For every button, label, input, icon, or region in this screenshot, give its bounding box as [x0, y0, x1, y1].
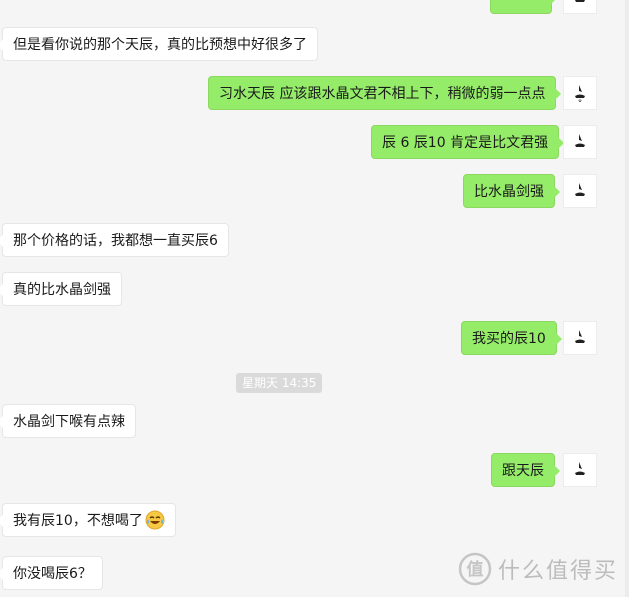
avatar-logo-icon: [575, 330, 585, 343]
message-bubble-outgoing[interactable]: 我买的辰10: [461, 321, 562, 355]
avatar[interactable]: [563, 0, 597, 14]
scrollbar[interactable]: [625, 0, 629, 597]
chat-area: 但是看你说的那个天辰，真的比预想中好很多了 习水天辰 应该跟水晶文君不相上下，稍…: [0, 0, 629, 597]
svg-text:✿: ✿: [578, 98, 582, 103]
watermark-text: 什么值得买: [498, 558, 619, 583]
svg-text:值: 值: [467, 559, 484, 580]
message-text: 我有辰10，不想喝了: [13, 513, 143, 529]
message-bubble-outgoing[interactable]: 辰 6 辰10 肯定是比文君强: [371, 125, 565, 159]
message-timestamp: 星期天 14:35: [236, 373, 323, 393]
avatar[interactable]: ✿: [563, 76, 597, 110]
avatar-logo-icon: [575, 462, 585, 475]
avatar-logo-icon: ✿: [575, 85, 585, 103]
message-bubble-outgoing[interactable]: 比水晶剑强: [463, 174, 560, 208]
laugh-cry-emoji-icon: [145, 509, 165, 530]
message-bubble-outgoing[interactable]: 跟天辰: [491, 453, 560, 487]
message-bubble-partial[interactable]: [490, 0, 557, 14]
message-bubble-incoming[interactable]: 那个价格的话，我都想一直买辰6: [0, 223, 229, 257]
avatar[interactable]: [563, 321, 597, 355]
zhi-logo-icon: 值: [458, 552, 492, 586]
message-bubble-incoming[interactable]: 你没喝辰6？: [0, 556, 103, 590]
avatar-logo-icon: [575, 134, 585, 147]
avatar[interactable]: [563, 125, 597, 159]
message-bubble-incoming[interactable]: 水晶剑下喉有点辣: [0, 404, 136, 438]
avatar-logo-icon: [575, 183, 585, 196]
message-bubble-incoming[interactable]: 但是看你说的那个天辰，真的比预想中好很多了: [0, 27, 318, 61]
avatar[interactable]: [563, 453, 597, 487]
message-bubble-incoming[interactable]: 真的比水晶剑强: [0, 272, 122, 306]
avatar[interactable]: [563, 174, 597, 208]
avatar-logo-icon: [575, 0, 585, 2]
watermark: 值 什么值得买: [458, 551, 618, 587]
message-bubble-incoming[interactable]: 我有辰10，不想喝了: [0, 503, 176, 537]
message-bubble-outgoing[interactable]: 习水天辰 应该跟水晶文君不相上下，稍微的弱一点点: [208, 76, 562, 110]
